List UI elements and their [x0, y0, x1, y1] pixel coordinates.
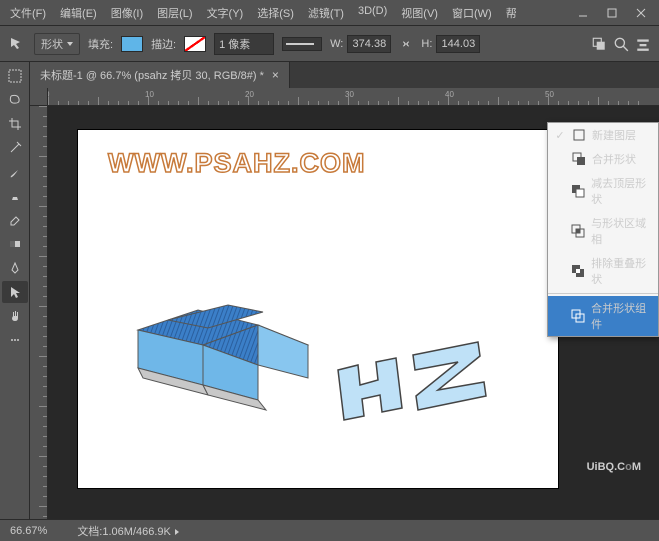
ctx-item-label: 合并形状组件 [591, 300, 652, 332]
ctx-item-label: 合并形状 [592, 151, 636, 167]
ruler-horizontal: 01020304050 [48, 88, 659, 106]
tool-marquee[interactable] [2, 65, 28, 87]
watermark-text: WWW.PSAHZ.COM [108, 148, 365, 179]
path-operations-button[interactable] [591, 36, 607, 52]
menu-type[interactable]: 文字(Y) [201, 2, 250, 24]
search-icon[interactable] [613, 36, 629, 52]
stroke-label: 描边: [151, 36, 176, 52]
tool-lasso[interactable] [2, 89, 28, 111]
canvas[interactable]: WWW.PSAHZ.COM [78, 130, 558, 488]
menu-3d[interactable]: 3D(D) [352, 2, 393, 24]
triangle-right-icon [175, 529, 179, 535]
ctx-item-label: 新建图层 [592, 127, 636, 143]
align-icon[interactable] [635, 36, 651, 52]
main-menu: 文件(F) 编辑(E) 图像(I) 图层(L) 文字(Y) 选择(S) 滤镜(T… [4, 2, 523, 24]
minimize-button[interactable] [569, 3, 597, 23]
menu-select[interactable]: 选择(S) [251, 2, 300, 24]
menu-window[interactable]: 窗口(W) [446, 2, 498, 24]
fill-label: 填充: [88, 36, 113, 52]
ruler-corner [30, 88, 48, 106]
menu-image[interactable]: 图像(I) [105, 2, 149, 24]
artwork-3d-text[interactable] [108, 250, 528, 450]
status-bar: 66.67% 文档:1.06M/466.9K [0, 519, 659, 541]
tool-eraser[interactable] [2, 209, 28, 231]
menu-help[interactable]: 帮 [500, 2, 523, 24]
solid-line-icon [286, 43, 314, 45]
shape-mode-label: 形状 [41, 36, 63, 52]
menu-edit[interactable]: 编辑(E) [54, 2, 103, 24]
workspace: 未标题-1 @ 66.7% (psahz 拷贝 30, RGB/8#) * × … [0, 62, 659, 519]
ctx-item-0[interactable]: ✓ 新建图层 [548, 123, 658, 147]
menu-view[interactable]: 视图(V) [395, 2, 444, 24]
stroke-swatch[interactable] [184, 36, 206, 52]
chevron-down-icon [67, 42, 73, 46]
tool-crop[interactable] [2, 113, 28, 135]
ctx-item-4[interactable]: 排除重叠形状 [548, 251, 658, 291]
document-tab[interactable]: 未标题-1 @ 66.7% (psahz 拷贝 30, RGB/8#) * × [30, 62, 290, 88]
merge-icon [572, 152, 586, 166]
window-controls [569, 3, 655, 23]
tool-eyedropper[interactable] [2, 137, 28, 159]
link-wh-icon[interactable] [399, 37, 413, 51]
height-input[interactable] [436, 35, 480, 53]
stroke-width-field[interactable]: 1 像素 [214, 33, 274, 55]
options-bar: 形状 填充: 描边: 1 像素 W: H: [0, 26, 659, 62]
document-size[interactable]: 文档:1.06M/466.9K [77, 523, 179, 539]
path-operations-menu: ✓ 新建图层合并形状减去顶层形状与形状区域相排除重叠形状合并形状组件 [547, 122, 659, 337]
width-input[interactable] [347, 35, 391, 53]
stroke-style-dropdown[interactable] [282, 37, 322, 51]
zoom-level[interactable]: 66.67% [10, 525, 47, 537]
document-tabs: 未标题-1 @ 66.7% (psahz 拷贝 30, RGB/8#) * × [30, 62, 659, 88]
tab-title: 未标题-1 @ 66.7% (psahz 拷贝 30, RGB/8#) * [40, 67, 264, 83]
tool-clone[interactable] [2, 185, 28, 207]
active-tool-icon[interactable] [8, 35, 26, 53]
check-icon: ✓ [554, 129, 566, 142]
subtract-icon [571, 184, 585, 198]
fill-swatch[interactable] [121, 36, 143, 52]
ctx-item-label: 排除重叠形状 [591, 255, 652, 287]
ctx-item-5[interactable]: 合并形状组件 [548, 296, 658, 336]
exclude-icon [571, 264, 585, 278]
menu-filter[interactable]: 滤镜(T) [302, 2, 350, 24]
maximize-button[interactable] [598, 3, 626, 23]
ctx-item-label: 与形状区域相 [591, 215, 652, 247]
mergecomp-icon [571, 309, 585, 323]
tool-gradient[interactable] [2, 233, 28, 255]
menu-file[interactable]: 文件(F) [4, 2, 52, 24]
toolbox [0, 62, 30, 519]
ctx-item-2[interactable]: 减去顶层形状 [548, 171, 658, 211]
ctx-item-3[interactable]: 与形状区域相 [548, 211, 658, 251]
width-field: W: [330, 35, 391, 53]
shape-mode-dropdown[interactable]: 形状 [34, 33, 80, 55]
tab-close-icon[interactable]: × [272, 68, 279, 82]
menu-layer[interactable]: 图层(L) [151, 2, 198, 24]
ctx-item-label: 减去顶层形状 [591, 175, 652, 207]
tool-more[interactable] [2, 329, 28, 351]
credit-watermark: UiBQ.CoM [587, 457, 641, 475]
ruler-vertical [30, 106, 48, 519]
menu-bar: 文件(F) 编辑(E) 图像(I) 图层(L) 文字(Y) 选择(S) 滤镜(T… [0, 0, 659, 26]
height-field: H: [421, 35, 480, 53]
tool-path-select[interactable] [2, 281, 28, 303]
close-button[interactable] [627, 3, 655, 23]
tool-hand[interactable] [2, 305, 28, 327]
intersect-icon [571, 224, 585, 238]
ctx-item-1[interactable]: 合并形状 [548, 147, 658, 171]
tool-brush[interactable] [2, 161, 28, 183]
tool-pen[interactable] [2, 257, 28, 279]
rect-icon [572, 128, 586, 142]
